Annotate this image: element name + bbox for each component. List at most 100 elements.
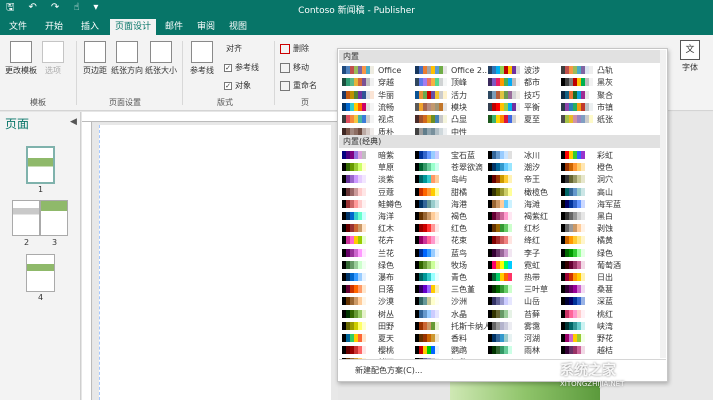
color-scheme-item[interactable]: 苔藓 — [488, 309, 561, 320]
color-scheme-item[interactable]: 红木 — [342, 223, 415, 234]
color-scheme-item[interactable]: 剥蚀 — [561, 223, 634, 234]
color-scheme-item[interactable]: 红色 — [415, 223, 488, 234]
rename-page-button[interactable]: 重命名 — [280, 80, 317, 91]
color-scheme-item[interactable]: 冰川 — [488, 150, 561, 161]
color-scheme-item[interactable]: 野花 — [561, 333, 634, 344]
color-scheme-item[interactable]: 橙色 — [561, 162, 634, 173]
color-scheme-item[interactable]: 技巧 — [488, 90, 561, 101]
tab-mailings[interactable]: 邮件 — [160, 19, 188, 35]
document-page[interactable] — [99, 125, 331, 400]
color-scheme-item[interactable]: 海洋 — [342, 211, 415, 222]
color-scheme-item[interactable]: 草原 — [342, 162, 415, 173]
color-scheme-item[interactable]: 黑白 — [561, 211, 634, 222]
color-scheme-item[interactable]: 红杉 — [488, 223, 561, 234]
color-scheme-item[interactable]: 聚合 — [561, 90, 634, 101]
margins-button[interactable]: 页边距 — [82, 41, 108, 76]
gallery-scrollbar[interactable] — [660, 50, 666, 358]
color-scheme-item[interactable]: 市镇 — [561, 102, 634, 113]
color-scheme-item[interactable]: 褐色 — [415, 211, 488, 222]
color-scheme-item[interactable]: 三叶草 — [488, 284, 561, 295]
tab-insert[interactable]: 插入 — [76, 19, 104, 35]
color-scheme-item[interactable]: 峡湾 — [561, 321, 634, 332]
color-scheme-item[interactable]: 雾霭 — [488, 321, 561, 332]
color-scheme-item[interactable]: 沙漠 — [342, 296, 415, 307]
color-scheme-item[interactable]: 洞穴 — [561, 174, 634, 185]
options-button[interactable]: 选项 — [40, 41, 66, 76]
color-scheme-item[interactable]: 暗紫 — [342, 150, 415, 161]
color-scheme-item[interactable]: 岛屿 — [415, 174, 488, 185]
color-scheme-item[interactable]: 樱桃 — [342, 345, 415, 356]
color-scheme-item[interactable]: 海滩 — [488, 199, 561, 210]
color-scheme-item[interactable]: 三色堇 — [415, 284, 488, 295]
color-scheme-item[interactable]: 都市 — [488, 77, 561, 88]
color-scheme-item[interactable]: 水晶 — [415, 309, 488, 320]
color-scheme-item[interactable]: 香料 — [415, 333, 488, 344]
color-scheme-item[interactable]: 顶峰 — [415, 77, 488, 88]
color-scheme-item[interactable]: 海军蓝 — [561, 199, 634, 210]
color-scheme-item[interactable]: 宝石蓝 — [415, 150, 488, 161]
color-scheme-item[interactable]: 鲑鳟色 — [342, 199, 415, 210]
orientation-button[interactable]: 纸张方向 — [111, 41, 143, 76]
color-scheme-item[interactable]: 橘黄 — [561, 235, 634, 246]
color-scheme-item[interactable]: 彩虹 — [561, 150, 634, 161]
page-thumbnail-4[interactable] — [26, 254, 55, 292]
color-scheme-item[interactable]: 潮汐 — [488, 162, 561, 173]
color-scheme-item[interactable]: 河湖 — [488, 333, 561, 344]
guides-button[interactable]: 参考线 — [188, 41, 216, 76]
color-scheme-item[interactable]: 高山 — [561, 187, 634, 198]
color-scheme-item[interactable]: Office 2... — [415, 65, 490, 76]
color-scheme-item[interactable]: 热带 — [488, 272, 561, 283]
color-scheme-item[interactable]: 青色 — [415, 272, 488, 283]
tab-review[interactable]: 审阅 — [192, 19, 220, 35]
color-scheme-item[interactable]: 平衡 — [488, 102, 561, 113]
color-scheme-item[interactable]: 绛红 — [488, 235, 561, 246]
color-scheme-item[interactable]: 纸张 — [561, 114, 634, 125]
color-scheme-item[interactable]: 托斯卡纳人 — [415, 321, 491, 332]
color-scheme-item[interactable]: 海港 — [415, 199, 488, 210]
collapse-panel-icon[interactable]: ◀ — [70, 117, 77, 127]
color-scheme-item[interactable]: 绿色 — [561, 248, 634, 259]
color-scheme-item[interactable]: 褐紫红 — [488, 211, 561, 222]
color-scheme-item[interactable]: 苍翠欲滴 — [415, 162, 488, 173]
color-scheme-item[interactable]: 模块 — [415, 102, 488, 113]
vertical-ruler[interactable] — [82, 122, 92, 400]
color-scheme-item[interactable]: 桃红 — [561, 309, 634, 320]
color-scheme-item[interactable]: 李子 — [488, 248, 561, 259]
color-scheme-item[interactable]: 豆蔻 — [342, 187, 415, 198]
delete-page-button[interactable]: 删除 — [280, 43, 309, 54]
tab-home[interactable]: 开始 — [40, 19, 68, 35]
color-scheme-item[interactable]: 日落 — [342, 284, 415, 295]
color-scheme-item[interactable]: 霓虹 — [488, 260, 561, 271]
color-scheme-item[interactable]: 黑灰 — [561, 77, 634, 88]
color-scheme-item[interactable]: 波涉 — [488, 65, 561, 76]
objects-checkbox[interactable]: ✓ 对象 — [224, 80, 251, 91]
tab-page-design[interactable]: 页面设计 — [110, 19, 156, 35]
color-scheme-item[interactable]: 华丽 — [342, 90, 415, 101]
color-scheme-item[interactable]: 雨林 — [488, 345, 561, 356]
move-page-button[interactable]: 移动 — [280, 62, 309, 73]
document-canvas[interactable] — [93, 123, 338, 400]
tab-view[interactable]: 视图 — [224, 19, 252, 35]
page-thumbnail-3[interactable] — [40, 200, 68, 236]
color-scheme-item[interactable]: 凸轨 — [561, 65, 634, 76]
color-scheme-item[interactable]: 日出 — [561, 272, 634, 283]
page-thumbnail-1[interactable] — [26, 146, 55, 184]
color-scheme-item[interactable]: 田野 — [342, 321, 415, 332]
color-scheme-item[interactable]: 视点 — [342, 114, 415, 125]
color-scheme-item[interactable]: 绿色 — [342, 260, 415, 271]
color-scheme-item[interactable]: 越桔 — [561, 345, 634, 356]
color-scheme-item[interactable]: 葡萄酒 — [561, 260, 634, 271]
color-scheme-item[interactable]: 树丛 — [342, 309, 415, 320]
color-scheme-item[interactable]: 穿越 — [342, 77, 415, 88]
color-scheme-item[interactable]: 深蓝 — [561, 296, 634, 307]
color-scheme-item[interactable]: 瀑布 — [342, 272, 415, 283]
guides-checkbox[interactable]: ✓ 参考线 — [224, 62, 259, 73]
color-scheme-item[interactable]: Office — [342, 65, 415, 76]
horizontal-ruler[interactable] — [82, 112, 337, 122]
page-thumbnail-2[interactable] — [12, 200, 40, 236]
color-scheme-item[interactable]: 牧场 — [415, 260, 488, 271]
fonts-button[interactable]: 文 字体 — [678, 40, 702, 73]
color-scheme-item[interactable]: 夏天 — [342, 333, 415, 344]
color-scheme-item[interactable]: 花卉 — [342, 235, 415, 246]
color-scheme-item[interactable]: 流畅 — [342, 102, 415, 113]
